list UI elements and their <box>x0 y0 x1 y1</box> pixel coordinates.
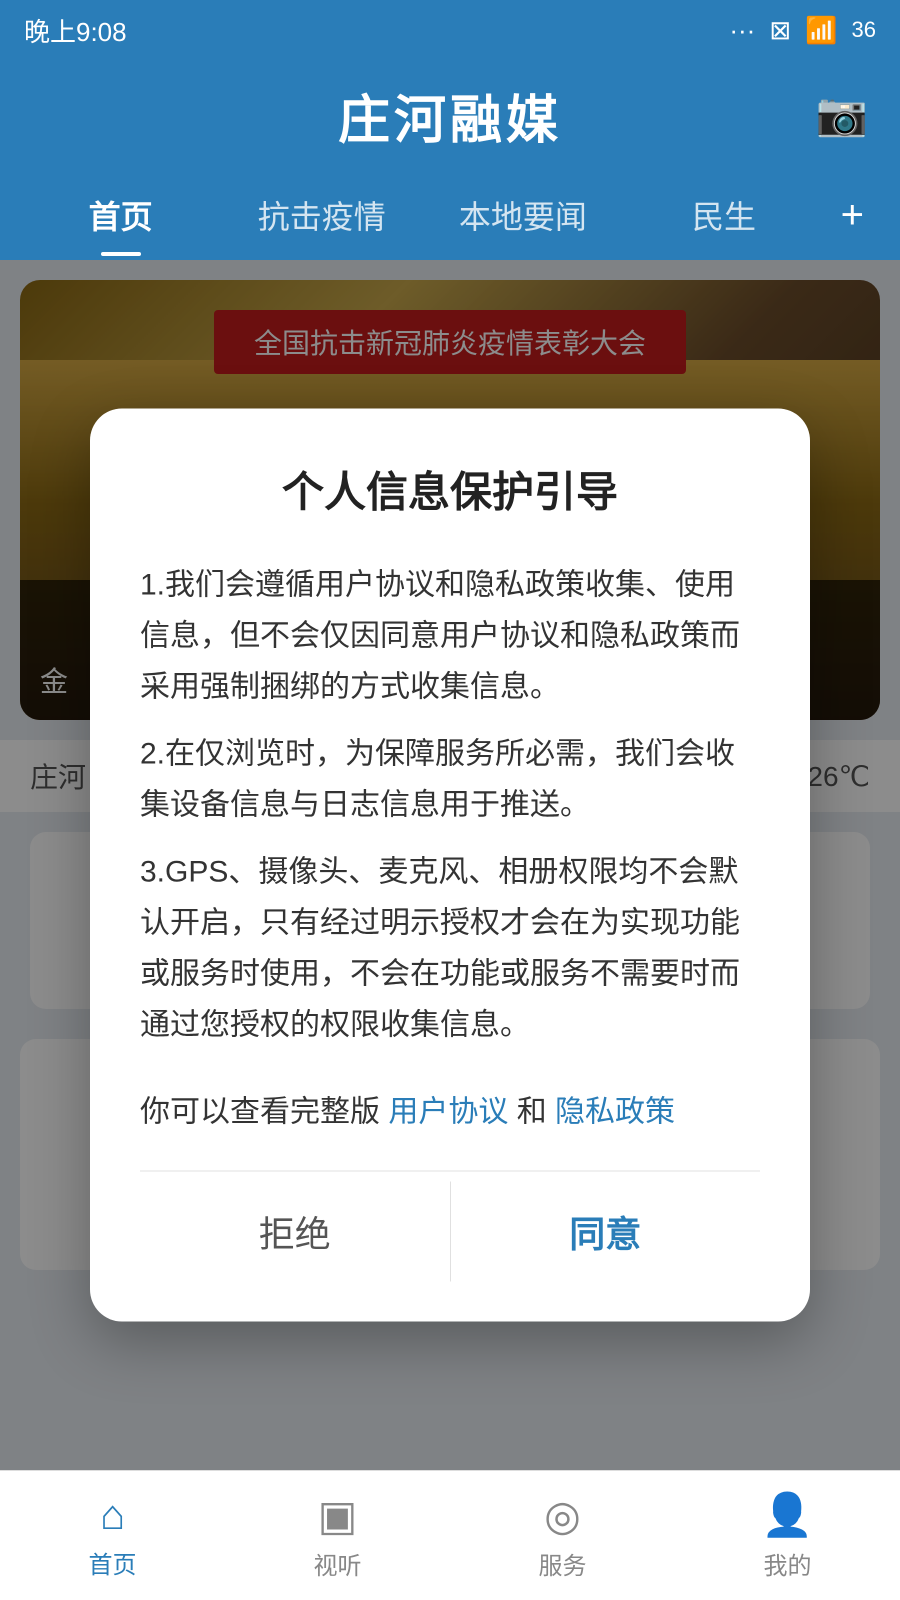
home-icon: ⌂ <box>100 1491 125 1539</box>
status-icons: ··· ⊠ 📶 36 <box>729 15 876 46</box>
bottom-navigation: ⌂ 首页 ▣ 视听 ◎ 服务 👤 我的 <box>0 1470 900 1600</box>
dialog-title: 个人信息保护引导 <box>140 459 760 520</box>
dialog-point3: 3.GPS、摄像头、麦克风、相册权限均不会默认开启，只有经过明示授权才会在为实现… <box>140 847 760 1051</box>
bottom-nav-home[interactable]: ⌂ 首页 <box>0 1471 225 1600</box>
tab-home[interactable]: 首页 <box>20 182 221 248</box>
tab-epidemic[interactable]: 抗击疫情 <box>221 182 422 248</box>
privacy-dialog: 个人信息保护引导 1.我们会遵循用户协议和隐私政策收集、使用信息，但不会仅因同意… <box>90 409 810 1322</box>
dialog-point1: 1.我们会遵循用户协议和隐私政策收集、使用信息，但不会仅因同意用户协议和隐私政策… <box>140 560 760 713</box>
battery-icon: 36 <box>852 17 876 43</box>
privacy-policy-link[interactable]: 隐私政策 <box>555 1096 675 1129</box>
signal-x-icon: ⊠ <box>769 15 791 46</box>
dialog-buttons: 拒绝 同意 <box>140 1182 760 1282</box>
status-time: 晚上9:08 <box>24 12 127 49</box>
home-label: 首页 <box>89 1545 137 1580</box>
profile-icon: 👤 <box>761 1491 813 1540</box>
reject-button[interactable]: 拒绝 <box>140 1182 451 1282</box>
bottom-nav-profile[interactable]: 👤 我的 <box>675 1471 900 1600</box>
tab-livelihood[interactable]: 民生 <box>623 182 824 248</box>
wifi-icon: 📶 <box>805 15 837 46</box>
agree-button[interactable]: 同意 <box>451 1182 761 1282</box>
app-header: 庄河融媒 📷 <box>0 60 900 170</box>
signal-icon: ··· <box>729 15 755 46</box>
service-label: 服务 <box>539 1546 587 1581</box>
service-icon: ◎ <box>544 1491 581 1540</box>
nav-tabs-bar: 首页 抗击疫情 本地要闻 民生 + <box>0 170 900 260</box>
bottom-nav-media[interactable]: ▣ 视听 <box>225 1471 450 1600</box>
tab-local-news[interactable]: 本地要闻 <box>422 182 623 248</box>
profile-label: 我的 <box>764 1546 812 1581</box>
media-label: 视听 <box>314 1546 362 1581</box>
dialog-body: 1.我们会遵循用户协议和隐私政策收集、使用信息，但不会仅因同意用户协议和隐私政策… <box>140 560 760 1051</box>
dialog-divider <box>140 1171 760 1172</box>
app-title: 庄河融媒 <box>338 78 562 153</box>
camera-button[interactable]: 📷 <box>816 91 868 140</box>
media-icon: ▣ <box>318 1491 358 1540</box>
user-agreement-link[interactable]: 用户协议 <box>388 1096 508 1129</box>
dialog-links: 你可以查看完整版 用户协议 和 隐私政策 <box>140 1087 760 1131</box>
add-tab-button[interactable]: + <box>825 183 880 248</box>
main-content-area: 全国抗击新冠肺炎疫情表彰大会 金 庄河 ℃/26℃ 📚 学习 🏙️ 庄河 ⌂ 智… <box>0 260 900 1470</box>
dialog-point2: 2.在仅浏览时，为保障服务所必需，我们会收集设备信息与日志信息用于推送。 <box>140 729 760 831</box>
status-bar: 晚上9:08 ··· ⊠ 📶 36 <box>0 0 900 60</box>
bottom-nav-service[interactable]: ◎ 服务 <box>450 1471 675 1600</box>
